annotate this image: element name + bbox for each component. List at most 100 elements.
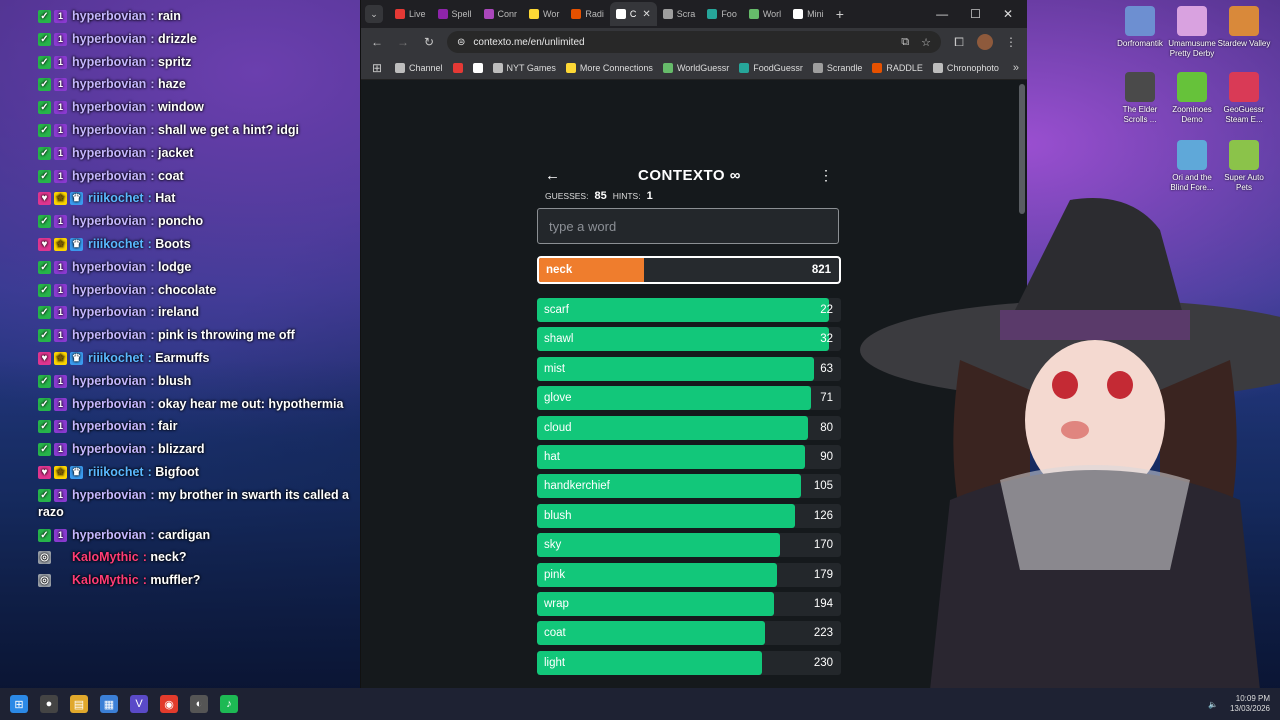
chat-message: ✓ 1 hyperbovian: poncho	[38, 213, 354, 230]
browser-tab[interactable]: Live	[389, 2, 432, 26]
chat-username[interactable]: hyperbovian	[72, 169, 146, 183]
verified-badge-icon: ✓	[38, 528, 51, 542]
bookmark-item[interactable]: More Connections	[565, 62, 653, 73]
desktop-shortcut[interactable]: Stardew Valley	[1216, 6, 1272, 49]
obs-icon[interactable]: ◐	[190, 695, 208, 713]
desktop-shortcut-label: Zoominoes Demo	[1172, 105, 1212, 124]
desktop-shortcut[interactable]: Umamusume Pretty Derby	[1164, 6, 1220, 59]
chat-message: ✓ 1 hyperbovian: spritz	[38, 54, 354, 71]
back-arrow-icon[interactable]: ←	[545, 167, 560, 184]
tab-search-icon[interactable]: ⌄	[365, 5, 383, 23]
chat-username[interactable]: riiikochet	[88, 465, 144, 479]
back-icon[interactable]: ←	[369, 35, 385, 49]
chat-username[interactable]: hyperbovian	[72, 100, 146, 114]
profile-avatar[interactable]	[977, 34, 993, 50]
desktop-shortcut[interactable]: Dorfromantik	[1112, 6, 1168, 49]
chat-username[interactable]: hyperbovian	[72, 9, 146, 23]
guess-row: coat 223	[537, 621, 841, 646]
desktop-shortcut[interactable]: Super Auto Pets	[1216, 140, 1272, 193]
bookmark-item[interactable]: RADDLE	[872, 62, 923, 73]
maximize-icon[interactable]: ☐	[970, 7, 981, 21]
close-icon[interactable]: ✕	[1003, 7, 1013, 21]
vtube-studio-icon[interactable]: V	[130, 695, 148, 713]
extensions-icon[interactable]: ⧠	[951, 35, 967, 50]
forward-icon[interactable]: →	[395, 35, 411, 49]
chat-separator: :	[147, 464, 152, 479]
spotify-icon[interactable]: ♪	[220, 695, 238, 713]
chat-username[interactable]: hyperbovian	[72, 146, 146, 160]
bookmark-star-icon[interactable]: ☆	[921, 36, 931, 49]
chat-username[interactable]: KaloMythic	[72, 550, 139, 564]
chat-badges: ✓ 1	[38, 123, 67, 137]
cast-icon[interactable]: ⧉	[901, 36, 909, 49]
browser-tab[interactable]: Conr	[478, 2, 524, 26]
browser-tab[interactable]: Scra	[657, 2, 702, 26]
bookmark-item[interactable]	[452, 62, 463, 73]
chat-username[interactable]: riiikochet	[88, 191, 144, 205]
bookmark-item[interactable]: Chronophoto	[932, 62, 999, 73]
browser-tab[interactable]: Radi	[565, 2, 610, 26]
chat-username[interactable]: hyperbovian	[72, 419, 146, 433]
chat-username[interactable]: hyperbovian	[72, 442, 146, 456]
chat-username[interactable]: hyperbovian	[72, 123, 146, 137]
chat-username[interactable]: hyperbovian	[72, 260, 146, 274]
chat-text: chocolate	[157, 282, 217, 297]
browser-menu-icon[interactable]: ⋮	[1003, 35, 1019, 49]
guess-bar	[537, 356, 814, 381]
bookmarks-overflow-icon[interactable]: »	[1013, 62, 1019, 74]
chat-username[interactable]: hyperbovian	[72, 55, 146, 69]
browser-tab[interactable]: Worl	[743, 2, 787, 26]
taskbar-app-icon[interactable]: ●	[40, 695, 58, 713]
clock[interactable]: 10:09 PM 13/03/2026	[1230, 694, 1270, 714]
browser-tab[interactable]: Spell	[432, 2, 478, 26]
bookmark-item[interactable]: Scrandle	[812, 62, 862, 73]
chat-username[interactable]: hyperbovian	[72, 214, 146, 228]
photos-icon[interactable]: ▦	[100, 695, 118, 713]
browser-toolbar: ← → ↻ ⊜ contexto.me/en/unlimited ⧉ ☆ ⧠ ⋮	[361, 28, 1027, 56]
browser-tab[interactable]: Foo	[701, 2, 743, 26]
chat-username[interactable]: riiikochet	[88, 351, 144, 365]
bookmark-item[interactable]: Channel	[395, 62, 443, 73]
chat-username[interactable]: riiikochet	[88, 237, 144, 251]
desktop-shortcut[interactable]: The Elder Scrolls ...	[1112, 72, 1168, 125]
tab-close-icon[interactable]: ✕	[642, 9, 650, 20]
desktop-shortcut[interactable]: GeoGuessr Steam E...	[1216, 72, 1272, 125]
system-tray: 🔈 10:09 PM 13/03/2026	[1208, 694, 1270, 714]
file-explorer-icon[interactable]: ▤	[70, 695, 88, 713]
chrome-icon[interactable]: ◉	[160, 695, 178, 713]
chat-username[interactable]: KaloMythic	[72, 573, 139, 587]
bookmark-item[interactable]: FoodGuessr	[739, 62, 803, 73]
game-menu-icon[interactable]: ⋮	[819, 167, 833, 184]
tab-label: Worl	[762, 9, 782, 19]
site-info-icon[interactable]: ⊜	[457, 37, 465, 48]
chat-username[interactable]: hyperbovian	[72, 77, 146, 91]
chat-username[interactable]: hyperbovian	[72, 397, 146, 411]
bookmark-item[interactable]: WorldGuessr	[662, 62, 729, 73]
bookmark-item[interactable]: NYT Games	[492, 62, 556, 73]
reload-icon[interactable]: ↻	[421, 35, 437, 49]
desktop-shortcut[interactable]: Ori and the Blind Fore...	[1164, 140, 1220, 193]
apps-grid-icon[interactable]: ⊞	[369, 61, 385, 75]
desktop-shortcut[interactable]: Zoominoes Demo	[1164, 72, 1220, 125]
chat-username[interactable]: hyperbovian	[72, 32, 146, 46]
browser-tab[interactable]: Wor	[523, 2, 565, 26]
tab-favicon-icon	[437, 9, 448, 19]
chat-username[interactable]: hyperbovian	[72, 328, 146, 342]
volume-icon[interactable]: 🔈	[1208, 700, 1218, 709]
chat-username[interactable]: hyperbovian	[72, 488, 146, 502]
chat-username[interactable]: hyperbovian	[72, 305, 146, 319]
new-tab-icon[interactable]: +	[836, 6, 844, 22]
word-input[interactable]	[537, 208, 839, 244]
browser-tab[interactable]: C ✕	[609, 2, 657, 26]
minimize-icon[interactable]: —	[936, 7, 948, 21]
start-icon[interactable]: ⊞	[10, 695, 28, 713]
chat-badges: ✓ 1	[38, 260, 67, 274]
chat-username[interactable]: hyperbovian	[72, 283, 146, 297]
address-bar[interactable]: ⊜ contexto.me/en/unlimited ⧉ ☆	[447, 31, 941, 53]
chat-separator: :	[147, 191, 152, 206]
chat-separator: :	[150, 145, 155, 160]
chat-username[interactable]: hyperbovian	[72, 528, 146, 542]
bookmark-item[interactable]	[472, 62, 483, 73]
chat-username[interactable]: hyperbovian	[72, 374, 146, 388]
browser-tab[interactable]: Mini	[787, 2, 830, 26]
